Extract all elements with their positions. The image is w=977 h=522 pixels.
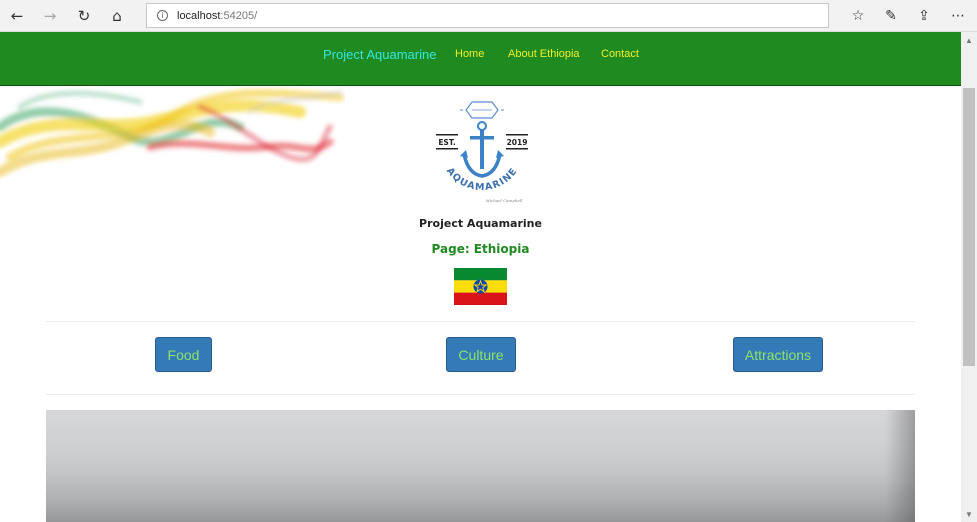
pen-icon[interactable]: ✎ — [879, 5, 903, 27]
divider — [46, 394, 915, 395]
hero-image-shadow — [885, 410, 915, 522]
nav-link-contact[interactable]: Contact — [601, 48, 639, 60]
aquamarine-logo: EST. 2019 AQUAMARINE Michael Campbell — [436, 101, 528, 203]
nav-link-about-ethiopia[interactable]: About Ethiopia — [508, 48, 580, 60]
page-viewport: Project Aquamarine Home About Ethiopia C… — [0, 32, 961, 522]
logo-signature: Michael Campbell — [485, 198, 524, 203]
site-navbar: Project Aquamarine Home About Ethiopia C… — [0, 32, 961, 86]
page-label: Page: Ethiopia — [431, 242, 530, 256]
logo-est-text: EST. — [438, 138, 456, 147]
logo-arc-text: AQUAMARINE — [444, 166, 519, 194]
scroll-down-icon[interactable]: ▼ — [961, 508, 977, 520]
hero-image — [46, 410, 915, 522]
favorites-icon[interactable]: ☆ — [846, 5, 870, 27]
scrollbar-thumb[interactable] — [963, 88, 975, 366]
address-bar[interactable]: i localhost:54205/ — [146, 3, 829, 28]
svg-text:AQUAMARINE: AQUAMARINE — [444, 166, 520, 194]
info-icon[interactable]: i — [157, 10, 168, 21]
home-icon[interactable]: ⌂ — [105, 5, 129, 27]
divider — [46, 321, 915, 322]
food-button[interactable]: Food — [155, 337, 212, 372]
forward-icon[interactable]: → — [38, 5, 62, 27]
culture-button[interactable]: Culture — [446, 337, 516, 372]
smoke-decoration-image — [0, 89, 344, 177]
nav-link-home[interactable]: Home — [455, 48, 484, 60]
scroll-up-icon[interactable]: ▲ — [961, 34, 977, 46]
share-icon[interactable]: ⇪ — [912, 5, 936, 27]
ethiopia-flag — [454, 268, 507, 305]
brand-link[interactable]: Project Aquamarine — [323, 47, 436, 62]
site-title: Project Aquamarine — [419, 217, 542, 230]
more-icon[interactable]: ⋯ — [946, 5, 970, 27]
refresh-icon[interactable]: ↻ — [72, 5, 96, 27]
browser-toolbar: ← → ↻ ⌂ i localhost:54205/ ☆ ✎ ⇪ ⋯ — [0, 0, 977, 32]
back-icon[interactable]: ← — [5, 5, 29, 27]
logo-year-text: 2019 — [507, 138, 528, 147]
attractions-button[interactable]: Attractions — [733, 337, 823, 372]
url-host: localhost — [177, 9, 221, 22]
url-port: :54205/ — [220, 9, 258, 22]
vertical-scrollbar[interactable]: ▲ ▼ — [961, 32, 977, 522]
